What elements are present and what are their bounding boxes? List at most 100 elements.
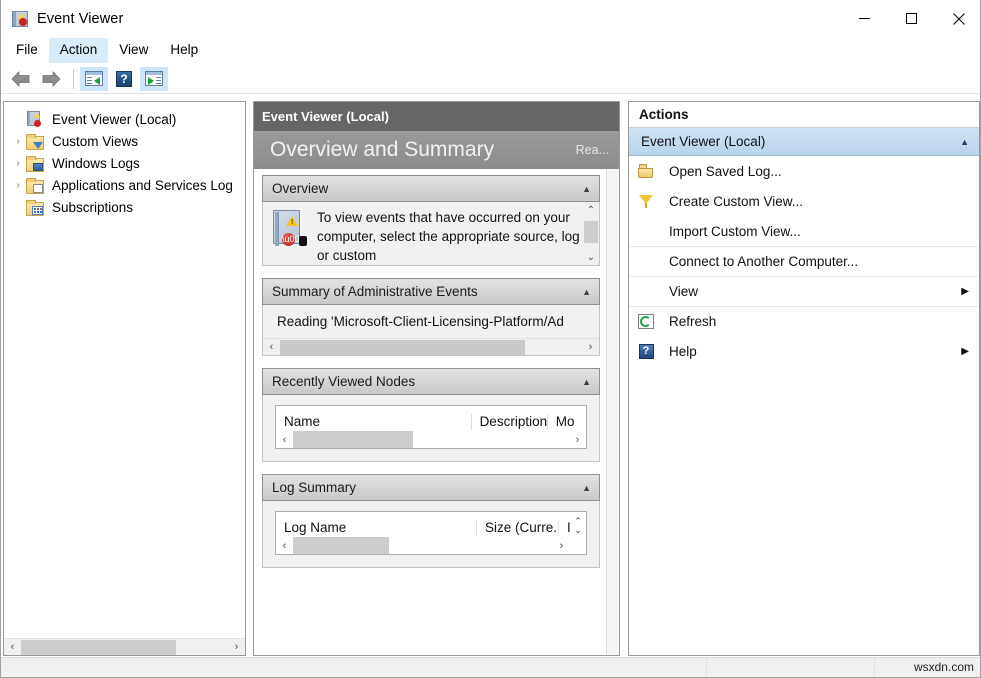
center-pane-header: Event Viewer (Local) <box>254 102 619 131</box>
menu-help[interactable]: Help <box>159 38 209 63</box>
show-hide-action-pane-button[interactable] <box>140 67 168 91</box>
tree-expander-windows-logs[interactable]: › <box>10 158 26 169</box>
scroll-thumb[interactable] <box>280 340 525 355</box>
table-horizontal-scrollbar[interactable]: ‹ › <box>276 537 570 554</box>
submenu-arrow-icon[interactable]: ▶ <box>961 286 969 297</box>
table-horizontal-scrollbar[interactable]: ‹ › <box>276 431 586 448</box>
tree-expander-applications[interactable]: › <box>10 180 26 191</box>
action-connect-to-another-computer[interactable]: Connect to Another Computer... <box>629 246 979 276</box>
section-log-summary-body: Log Name Size (Curre... I ⌃ ⌄ ‹ <box>262 501 600 568</box>
column-header-modified[interactable]: Mo <box>547 414 586 430</box>
scroll-left-icon[interactable]: ‹ <box>276 537 293 554</box>
menu-file[interactable]: File <box>5 38 49 63</box>
tree-item-applications-and-services-logs[interactable]: › Applications and Services Log <box>4 174 245 196</box>
scroll-left-icon[interactable]: ‹ <box>4 639 21 656</box>
right-arrow-icon <box>40 71 62 87</box>
help-button[interactable]: ? <box>110 67 138 91</box>
title-bar: Event Viewer <box>1 0 981 37</box>
chevron-up-icon[interactable]: ▲ <box>582 377 591 387</box>
scroll-thumb[interactable] <box>293 537 389 554</box>
tree-item-label: Subscriptions <box>49 199 136 216</box>
section-recently-viewed-header[interactable]: Recently Viewed Nodes ▲ <box>262 368 600 395</box>
scroll-track[interactable] <box>280 339 582 356</box>
center-pane-vertical-scrollbar[interactable] <box>606 169 619 655</box>
back-button[interactable] <box>7 67 35 91</box>
section-summary-header[interactable]: Summary of Administrative Events ▲ <box>262 278 600 305</box>
tree-item-label: Custom Views <box>49 133 141 150</box>
help-question-icon: ? <box>116 71 132 87</box>
action-open-saved-log[interactable]: Open Saved Log... <box>629 156 979 186</box>
tree-item-event-viewer-local[interactable]: Event Viewer (Local) <box>4 108 245 130</box>
scroll-left-icon[interactable]: ‹ <box>263 339 280 356</box>
status-cell-2 <box>707 658 875 678</box>
action-view[interactable]: View ▶ <box>629 276 979 306</box>
scroll-right-icon[interactable]: › <box>582 339 599 356</box>
minimize-button[interactable] <box>841 0 888 37</box>
section-title: Recently Viewed Nodes <box>272 374 415 389</box>
action-help[interactable]: ? Help ▶ <box>629 336 979 366</box>
scroll-thumb[interactable] <box>21 640 176 655</box>
maximize-button[interactable] <box>888 0 935 37</box>
column-header-log-name[interactable]: Log Name <box>276 520 476 536</box>
create-custom-view-icon <box>635 194 657 208</box>
refresh-icon <box>635 314 657 329</box>
scroll-up-icon[interactable]: ⌃ <box>583 202 599 218</box>
tree-horizontal-scrollbar[interactable]: ‹ › <box>4 638 245 655</box>
tree-item-label: Event Viewer (Local) <box>49 111 179 128</box>
summary-horizontal-scrollbar[interactable]: ‹ › <box>263 338 599 355</box>
scroll-track[interactable] <box>293 537 553 554</box>
tree-item-custom-views[interactable]: › Custom Views <box>4 130 245 152</box>
section-recently-viewed-body: Name Description Mo ‹ › <box>262 395 600 462</box>
action-refresh[interactable]: Refresh <box>629 306 979 336</box>
summary-status-text: Reading 'Microsoft-Client-Licensing-Plat… <box>263 305 599 338</box>
tree-item-label: Applications and Services Log <box>49 177 236 194</box>
column-header-size[interactable]: Size (Curre... <box>476 520 558 536</box>
scroll-down-icon[interactable]: ⌄ <box>583 249 599 265</box>
toolbar-separator <box>73 69 74 89</box>
forward-button[interactable] <box>37 67 65 91</box>
action-create-custom-view[interactable]: Create Custom View... <box>629 186 979 216</box>
scroll-track[interactable] <box>293 431 569 448</box>
scroll-right-icon[interactable]: › <box>228 639 245 656</box>
scroll-thumb[interactable] <box>584 221 598 243</box>
close-button[interactable] <box>935 0 981 37</box>
window-controls <box>841 0 981 37</box>
column-header-name[interactable]: Name <box>276 414 471 430</box>
scroll-track[interactable] <box>21 639 228 656</box>
section-overview-header[interactable]: Overview ▲ <box>262 175 600 202</box>
tree-item-subscriptions[interactable]: Subscriptions <box>4 196 245 218</box>
table-vertical-spinner[interactable]: ⌃ ⌄ <box>570 512 586 539</box>
menu-view[interactable]: View <box>108 38 159 63</box>
chevron-up-icon[interactable]: ▲ <box>582 287 591 297</box>
tree-item-windows-logs[interactable]: › Windows Logs <box>4 152 245 174</box>
chevron-up-icon[interactable]: ▲ <box>960 137 969 147</box>
chevron-up-icon[interactable]: ▲ <box>582 184 591 194</box>
event-viewer-icon <box>26 111 43 127</box>
scroll-down-icon[interactable]: ⌄ <box>574 526 582 535</box>
actions-pane: Actions Event Viewer (Local) ▲ Open Save… <box>628 101 980 656</box>
table-header-row: Log Name Size (Curre... I <box>276 512 586 536</box>
menu-action[interactable]: Action <box>49 38 109 63</box>
scroll-right-icon[interactable]: › <box>569 431 586 448</box>
log-summary-table[interactable]: Log Name Size (Curre... I ⌃ ⌄ ‹ <box>275 511 587 555</box>
scroll-thumb[interactable] <box>293 431 413 448</box>
folder-filter-icon <box>26 134 43 149</box>
scroll-left-icon[interactable]: ‹ <box>276 431 293 448</box>
recently-viewed-nodes-table[interactable]: Name Description Mo ‹ › <box>275 405 587 449</box>
table-header-row: Name Description Mo <box>276 406 586 430</box>
show-hide-console-tree-button[interactable] <box>80 67 108 91</box>
column-header-description[interactable]: Description <box>471 414 547 430</box>
overview-banner: Overview and Summary Rea... <box>254 131 619 169</box>
section-log-summary-header[interactable]: Log Summary ▲ <box>262 474 600 501</box>
action-import-custom-view[interactable]: Import Custom View... <box>629 216 979 246</box>
action-label: Help <box>657 344 961 359</box>
chevron-up-icon[interactable]: ▲ <box>582 483 591 493</box>
submenu-arrow-icon[interactable]: ▶ <box>961 346 969 357</box>
overview-vertical-scrollbar[interactable]: ⌃ ⌄ <box>583 202 599 265</box>
open-saved-log-icon <box>635 164 657 178</box>
banner-status: Rea... <box>576 143 613 157</box>
actions-group-label: Event Viewer (Local) <box>641 134 765 149</box>
actions-group-event-viewer-local[interactable]: Event Viewer (Local) ▲ <box>629 128 979 156</box>
tree-expander-custom-views[interactable]: › <box>10 136 26 147</box>
scroll-right-icon[interactable]: › <box>553 537 570 554</box>
